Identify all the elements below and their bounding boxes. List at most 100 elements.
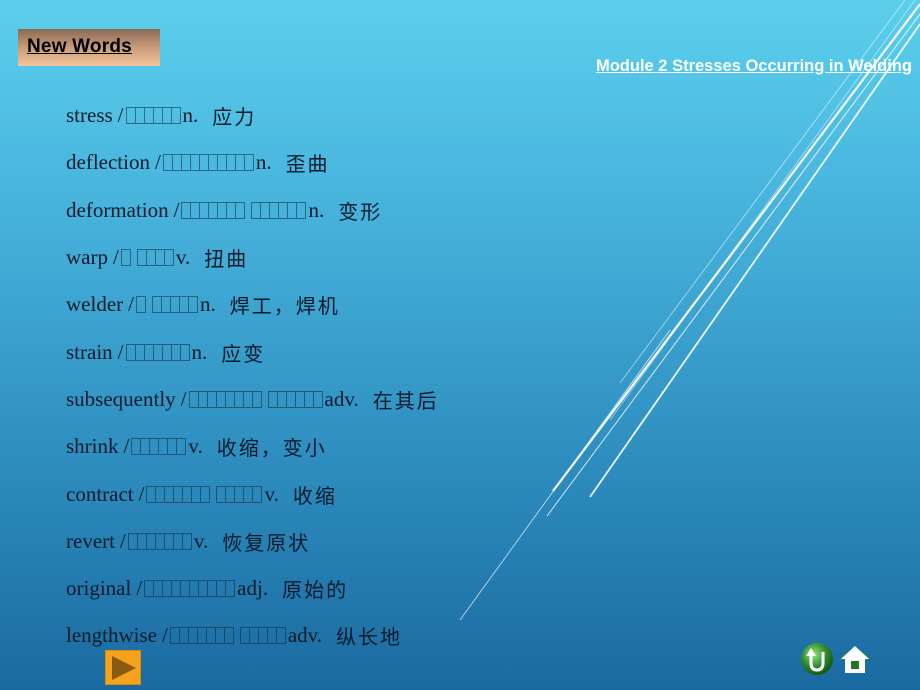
- missing-glyph-box: [251, 201, 261, 219]
- missing-glyph-box: [216, 154, 226, 172]
- missing-glyph-box: [144, 580, 154, 598]
- home-button[interactable]: [838, 642, 872, 676]
- missing-glyph-box: [189, 154, 199, 172]
- missing-glyph-box: [216, 580, 226, 598]
- missing-glyph-box: [234, 485, 244, 503]
- missing-glyph-box: [303, 390, 313, 408]
- chinese-meaning: 收缩: [292, 483, 337, 508]
- vocabulary-item: contract / v. 收缩: [66, 470, 439, 517]
- missing-glyph-box: [248, 627, 258, 645]
- missing-glyph-box: [285, 390, 295, 408]
- part-of-speech: v.: [264, 481, 279, 506]
- new-words-badge: New Words: [18, 29, 160, 66]
- slash-separator: /: [154, 150, 161, 175]
- missing-glyph-box: [278, 201, 288, 219]
- missing-glyph-box: [188, 390, 198, 408]
- missing-glyph-box: [161, 343, 171, 361]
- phonetic-unrendered-glyphs: [144, 580, 236, 598]
- missing-glyph-box: [120, 249, 131, 267]
- part-of-speech: adv.: [287, 623, 323, 648]
- missing-glyph-box: [235, 201, 246, 219]
- missing-glyph-box: [207, 580, 217, 598]
- vocabulary-list: stress / n. 应力 deflection / n. 歪曲 deformation / n.…: [66, 92, 439, 660]
- u-turn-return-icon: [801, 643, 833, 675]
- missing-glyph-box: [198, 154, 208, 172]
- missing-glyph-box: [233, 390, 243, 408]
- missing-glyph-box: [164, 485, 174, 503]
- phonetic-unrendered-glyphs: [125, 107, 181, 125]
- missing-glyph-box: [189, 580, 199, 598]
- vocabulary-item: deflection / n. 歪曲: [66, 139, 439, 186]
- missing-glyph-box: [206, 390, 216, 408]
- part-of-speech: n.: [182, 103, 199, 128]
- english-word: deflection: [66, 150, 150, 175]
- missing-glyph-box: [296, 201, 307, 219]
- missing-glyph-box: [243, 485, 253, 503]
- part-of-speech: n.: [199, 292, 216, 317]
- diagonal-line: [589, 23, 920, 498]
- english-word: strain: [66, 339, 113, 364]
- missing-glyph-box: [163, 249, 174, 267]
- phonetic-unrendered-glyphs: [135, 296, 198, 314]
- phonetic-unrendered-glyphs: [162, 154, 254, 172]
- chinese-meaning: 原始的: [282, 578, 349, 603]
- missing-glyph-box: [134, 107, 144, 125]
- missing-glyph-box: [169, 627, 179, 645]
- missing-glyph-box: [251, 390, 262, 408]
- phonetic-unrendered-glyphs: [146, 485, 263, 503]
- module-title-link[interactable]: Module 2 Stresses Occurring in Welding: [596, 57, 912, 76]
- next-slide-button[interactable]: [105, 650, 141, 685]
- missing-glyph-box: [162, 154, 172, 172]
- part-of-speech: adv.: [324, 386, 359, 411]
- missing-glyph-box: [163, 532, 173, 550]
- diagonal-line: [459, 329, 671, 621]
- missing-glyph-box: [267, 390, 277, 408]
- missing-glyph-box: [196, 627, 206, 645]
- missing-glyph-box: [224, 390, 234, 408]
- missing-glyph-box: [145, 532, 155, 550]
- english-word: subsequently: [66, 386, 176, 411]
- vocabulary-item: warp / v. 扭曲: [66, 234, 439, 281]
- missing-glyph-box: [178, 627, 188, 645]
- part-of-speech: adj.: [237, 576, 269, 601]
- missing-glyph-box: [197, 390, 207, 408]
- new-words-label: New Words: [27, 36, 132, 57]
- part-of-speech: n.: [255, 150, 272, 175]
- missing-glyph-box: [136, 532, 146, 550]
- english-word: deformation: [66, 197, 169, 222]
- english-word: welder: [66, 292, 124, 317]
- chinese-meaning: 纵长地: [336, 625, 403, 650]
- missing-glyph-box: [152, 343, 162, 361]
- missing-glyph-box: [158, 438, 168, 456]
- slash-separator: /: [112, 245, 119, 270]
- missing-glyph-box: [207, 154, 217, 172]
- missing-glyph-box: [214, 627, 224, 645]
- return-button[interactable]: [800, 642, 834, 676]
- part-of-speech: v.: [193, 528, 209, 553]
- missing-glyph-box: [275, 627, 286, 645]
- english-word: contract: [66, 481, 134, 506]
- diagonal-line: [546, 13, 920, 517]
- missing-glyph-box: [171, 154, 181, 172]
- chinese-meaning: 收缩，变小: [216, 436, 327, 461]
- chinese-meaning: 应力: [212, 105, 257, 130]
- missing-glyph-box: [208, 201, 218, 219]
- missing-glyph-box: [153, 580, 163, 598]
- vocabulary-item: strain / n. 应变: [66, 328, 439, 375]
- missing-glyph-box: [127, 532, 137, 550]
- slash-separator: /: [117, 339, 124, 364]
- missing-glyph-box: [215, 390, 225, 408]
- home-icon: [840, 646, 870, 673]
- missing-glyph-box: [276, 390, 286, 408]
- missing-glyph-box: [160, 296, 170, 314]
- missing-glyph-box: [145, 249, 155, 267]
- missing-glyph-box: [149, 438, 159, 456]
- chinese-meaning: 扭曲: [204, 247, 249, 272]
- missing-glyph-box: [187, 627, 197, 645]
- missing-glyph-box: [225, 154, 235, 172]
- missing-glyph-box: [243, 154, 254, 172]
- missing-glyph-box: [171, 580, 181, 598]
- missing-glyph-box: [242, 390, 252, 408]
- slash-separator: /: [138, 481, 145, 506]
- missing-glyph-box: [170, 343, 180, 361]
